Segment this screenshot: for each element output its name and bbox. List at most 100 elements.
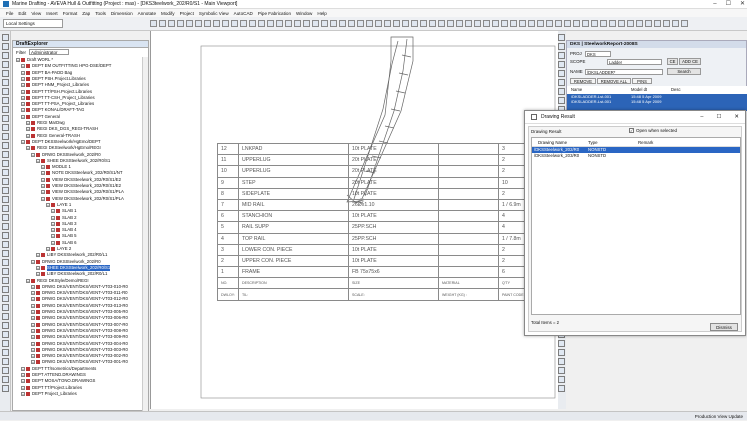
menu-dimension[interactable]: Dimension (111, 11, 133, 16)
expand-icon[interactable]: + (31, 316, 35, 321)
toolbar-tool-icon[interactable] (186, 20, 193, 27)
expand-icon[interactable]: + (26, 146, 30, 151)
expand-icon[interactable]: + (31, 322, 35, 327)
toolbar-tool-icon[interactable] (159, 20, 166, 27)
tree-node[interactable]: + DEPT PSH.Project.Libraries (21, 76, 86, 82)
drawing-tool-icon[interactable] (2, 322, 9, 329)
expand-icon[interactable]: + (26, 278, 30, 283)
expand-icon[interactable]: + (51, 234, 55, 239)
expand-icon[interactable]: + (31, 259, 35, 264)
tree-node[interactable]: + DEPT MOSA/TONO.DRAWINGS (21, 378, 95, 384)
tree-node[interactable]: + DEPT TT/Isometrics/Departments (21, 366, 96, 372)
modify-tool-icon[interactable] (558, 358, 565, 365)
toolbar-tool-icon[interactable] (600, 20, 607, 27)
tree-node[interactable]: + DEPT Project_Libraries (21, 391, 77, 397)
drawing-tool-icon[interactable] (2, 385, 9, 392)
expand-icon[interactable]: + (31, 360, 35, 365)
expand-icon[interactable]: + (21, 83, 25, 88)
toolbar-tool-icon[interactable] (627, 20, 634, 27)
toolbar-tool-icon[interactable] (573, 20, 580, 27)
drawing-tool-icon[interactable] (2, 304, 9, 311)
drawing-tool-icon[interactable] (2, 205, 9, 212)
toolbar-tool-icon[interactable] (267, 20, 274, 27)
drawing-tool-icon[interactable] (2, 70, 9, 77)
filter-select[interactable]: Administrator (29, 49, 69, 55)
drawing-tool-icon[interactable] (2, 277, 9, 284)
add-ce-button[interactable]: ADD CE (679, 58, 701, 65)
expand-icon[interactable]: + (31, 291, 35, 296)
drawing-tool-icon[interactable] (2, 169, 9, 176)
tree-node[interactable]: + DRWG DKS/VENT/DKS/VENT-VT03-011-R0 (31, 290, 128, 296)
settings-combo[interactable]: Local Settings (3, 19, 63, 28)
name-input[interactable]: /DKSLADDER* (585, 69, 663, 75)
search-button[interactable]: Search (667, 68, 701, 75)
expand-icon[interactable]: + (21, 102, 25, 107)
toolbar-tool-icon[interactable] (492, 20, 499, 27)
drawing-tool-icon[interactable] (2, 358, 9, 365)
expand-icon[interactable]: + (21, 385, 25, 390)
dismiss-button[interactable]: Dismiss (710, 323, 738, 331)
menu-tools[interactable]: Tools (95, 11, 106, 16)
tree-node[interactable]: + DRWG DKSSteelwork_202/R0 (31, 152, 101, 158)
drawing-tool-icon[interactable] (2, 43, 9, 50)
tree-node[interactable]: + SLAB 4 (51, 227, 77, 233)
tree-node[interactable]: + DRWG DKS/VENT/DKS/VENT-VT03-001-R0 (31, 359, 128, 365)
toolbar-tool-icon[interactable] (375, 20, 382, 27)
drawing-tool-icon[interactable] (2, 340, 9, 347)
toolbar-tool-icon[interactable] (303, 20, 310, 27)
tree-node[interactable]: + DRWG DKS/VENT/DKS/VENT-VT03-005-R0 (31, 309, 128, 315)
toolbar-tool-icon[interactable] (483, 20, 490, 27)
menu-file[interactable]: File (6, 11, 13, 16)
tree-node[interactable]: + LIBY DKSSteelwork_202/R0/L1 (36, 252, 107, 258)
drawing-tool-icon[interactable] (2, 115, 9, 122)
tree-node[interactable]: + SHEE DKSSteelwork_202/R0/S1 (36, 264, 111, 271)
dialog-close-button[interactable]: ✕ (734, 114, 739, 120)
drawing-tool-icon[interactable] (2, 196, 9, 203)
open-when-selected-checkbox[interactable]: ✓ (629, 128, 634, 133)
toolbar-tool-icon[interactable] (501, 20, 508, 27)
toolbar-tool-icon[interactable] (582, 20, 589, 27)
tree-node[interactable]: + REGI DKSteelwork/HgEmo/REGI (26, 145, 101, 151)
toolbar-tool-icon[interactable] (348, 20, 355, 27)
drawing-tool-icon[interactable] (2, 97, 9, 104)
report-list-row[interactable]: /DKSLADDER-Lst-001 15:48 5 Apr 2009 (567, 99, 747, 104)
expand-icon[interactable]: + (21, 76, 25, 81)
toolbar-tool-icon[interactable] (150, 20, 157, 27)
toolbar-tool-icon[interactable] (249, 20, 256, 27)
modify-tool-icon[interactable] (558, 43, 565, 50)
minimize-button[interactable]: – (713, 0, 716, 9)
close-button[interactable]: ✕ (740, 0, 745, 9)
menu-edit[interactable]: Edit (18, 11, 26, 16)
dialog-minimize-button[interactable]: – (700, 114, 703, 120)
expand-icon[interactable]: + (41, 177, 45, 182)
toolbar-tool-icon[interactable] (366, 20, 373, 27)
toolbar-tool-icon[interactable] (231, 20, 238, 27)
remove-all-button[interactable]: REMOVE ALL (597, 78, 631, 84)
expand-icon[interactable]: + (36, 272, 40, 277)
toolbar-tool-icon[interactable] (510, 20, 517, 27)
drawing-tool-icon[interactable] (2, 79, 9, 86)
drawing-tool-icon[interactable] (2, 187, 9, 194)
toolbar-tool-icon[interactable] (330, 20, 337, 27)
toolbar-tool-icon[interactable] (312, 20, 319, 27)
drawing-tool-icon[interactable] (2, 142, 9, 149)
expand-icon[interactable]: + (31, 328, 35, 333)
tree-node[interactable]: + DEPT TT-CSH_Project_Libraries (21, 95, 95, 101)
tree-node[interactable]: + DEPT DKSSteelwork/HgEmo/DEPT (21, 139, 100, 145)
expand-icon[interactable]: + (36, 158, 40, 163)
drawing-tool-icon[interactable] (2, 124, 9, 131)
tree-node[interactable]: + MODLE 1 (41, 164, 71, 170)
tree-node[interactable]: + DRWG DKS/VENT/DKS/VENT-VT03-012-R0 (31, 296, 128, 302)
expand-icon[interactable]: + (31, 354, 35, 359)
toolbar-tool-icon[interactable] (672, 20, 679, 27)
modify-tool-icon[interactable] (558, 97, 565, 104)
modify-tool-icon[interactable] (558, 385, 565, 392)
tree-node[interactable]: + SLAB 6 (51, 240, 77, 246)
drawing-tool-icon[interactable] (2, 88, 9, 95)
expand-icon[interactable]: + (26, 133, 30, 138)
tree-node[interactable]: + DEPT ATTEND.DRAWINGS (21, 372, 86, 378)
expand-icon[interactable]: + (31, 152, 35, 157)
toolbar-tool-icon[interactable] (429, 20, 436, 27)
toolbar-tool-icon[interactable] (474, 20, 481, 27)
expand-icon[interactable]: + (36, 253, 40, 258)
